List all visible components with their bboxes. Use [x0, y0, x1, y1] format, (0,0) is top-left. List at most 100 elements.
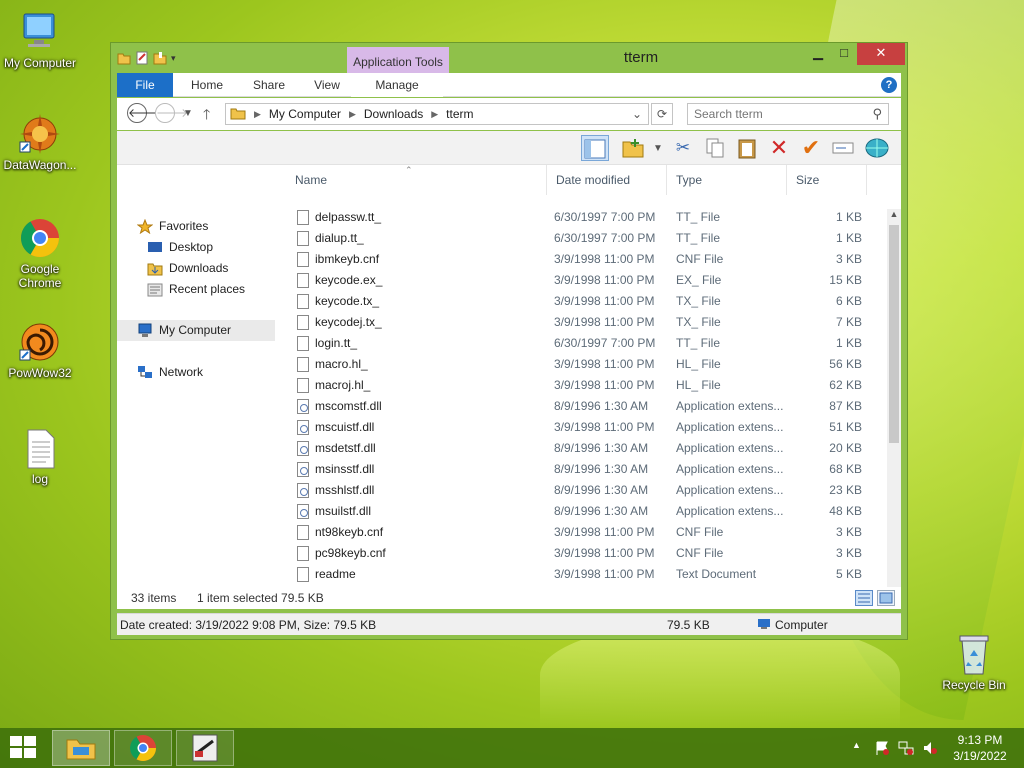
chevron-down-icon[interactable]: ▾ — [171, 51, 185, 65]
network-status-icon[interactable] — [898, 740, 914, 768]
nav-favorites[interactable]: Favorites — [117, 216, 275, 237]
minimize-button[interactable]: ▁ — [805, 43, 831, 65]
close-button[interactable]: ✕ — [857, 43, 905, 65]
column-header-date[interactable]: Date modified — [547, 165, 667, 195]
recent-locations-chevron-icon[interactable]: ▼ — [183, 108, 193, 119]
table-row[interactable]: pc98keyb.cnf 3/9/1998 11:00 PM CNF File 3 K… — [287, 543, 877, 564]
desktop-icon-datawagon[interactable]: DataWagon... — [0, 112, 80, 172]
checkmark-icon[interactable]: ✔ — [797, 135, 825, 161]
new-folder-icon[interactable] — [153, 51, 167, 65]
network-globe-icon[interactable] — [863, 135, 891, 161]
title-bar[interactable]: ▾ Application Tools tterm ▁ □ ✕ — [111, 43, 907, 97]
file-name: nt98keyb.cnf — [315, 525, 384, 539]
table-row[interactable]: readme 3/9/1998 11:00 PM Text Document 5 KB — [287, 564, 877, 585]
address-history-chevron-icon[interactable]: ⌄ — [632, 107, 642, 121]
nav-network[interactable]: Network — [117, 362, 275, 383]
file-icon — [297, 378, 309, 393]
folder-icon[interactable] — [117, 51, 131, 65]
table-row[interactable]: login.tt_ 6/30/1997 7:00 PM TT_ File 1 KB — [287, 333, 877, 354]
breadcrumb-tterm[interactable]: tterm — [446, 107, 473, 121]
chevron-down-icon[interactable]: ▼ — [653, 143, 663, 154]
dll-file-icon — [297, 462, 309, 477]
breadcrumb-separator-icon: ▶ — [348, 108, 356, 119]
new-folder-button[interactable] — [619, 135, 647, 161]
nav-recent-places[interactable]: Recent places — [117, 279, 275, 300]
address-bar[interactable]: ▶ My Computer ▶ Downloads ▶ tterm ⌄ — [225, 103, 649, 125]
tab-manage[interactable]: Manage — [351, 73, 443, 97]
system-clock[interactable]: 9:13 PM 3/19/2022 — [940, 732, 1020, 764]
nav-desktop[interactable]: Desktop — [117, 237, 275, 258]
delete-icon[interactable]: ✕ — [765, 135, 793, 161]
preview-pane-button[interactable] — [581, 135, 609, 161]
desktop-icon-google-chrome[interactable]: Google Chrome — [0, 216, 80, 290]
back-button[interactable]: 🡐 — [127, 103, 160, 123]
paste-icon[interactable] — [733, 135, 761, 161]
scroll-up-icon[interactable]: ▲ — [887, 209, 901, 223]
file-size: 62 KB — [829, 378, 862, 392]
table-row[interactable]: msuilstf.dll 8/9/1996 1:30 AM Application … — [287, 501, 877, 522]
table-row[interactable]: msinsstf.dll 8/9/1996 1:30 AM Application … — [287, 459, 877, 480]
file-name: msuilstf.dll — [315, 504, 372, 518]
cut-icon[interactable]: ✂ — [669, 135, 697, 161]
table-row[interactable]: ibmkeyb.cnf 3/9/1998 11:00 PM CNF File 3 KB — [287, 249, 877, 270]
desktop-icon-recycle-bin[interactable]: Recycle Bin — [934, 632, 1014, 692]
taskbar-chrome[interactable] — [114, 730, 172, 766]
column-header-name[interactable]: Name ⌃ — [287, 165, 547, 195]
copy-icon[interactable] — [701, 135, 729, 161]
taskbar-file-explorer[interactable] — [52, 730, 110, 766]
table-row[interactable]: macro.hl_ 3/9/1998 11:00 PM HL_ File 56 KB — [287, 354, 877, 375]
table-row[interactable]: keycode.ex_ 3/9/1998 11:00 PM EX_ File 15 K… — [287, 270, 877, 291]
recent-places-icon — [147, 282, 163, 297]
file-size: 23 KB — [829, 483, 862, 497]
tab-home[interactable]: Home — [179, 73, 235, 97]
details-bar: Date created: 3/19/2022 9:08 PM, Size: 7… — [117, 613, 901, 635]
vertical-scrollbar[interactable]: ▲ ▼ — [887, 209, 901, 607]
search-box[interactable]: ⚲ — [687, 103, 889, 125]
forward-button[interactable]: 🡒 — [155, 103, 188, 123]
table-row[interactable]: dialup.tt_ 6/30/1997 7:00 PM TT_ File 1 KB — [287, 228, 877, 249]
tab-share[interactable]: Share — [239, 73, 299, 97]
file-name: msdetstf.dll — [315, 441, 376, 455]
rename-icon[interactable] — [829, 135, 857, 161]
file-date-modified: 3/9/1998 11:00 PM — [554, 252, 655, 266]
nav-downloads[interactable]: Downloads — [117, 258, 275, 279]
show-hidden-icons-chevron[interactable]: ▲ — [852, 740, 861, 768]
nav-my-computer[interactable]: My Computer — [117, 320, 275, 341]
maximize-button[interactable]: □ — [831, 43, 857, 65]
search-input[interactable] — [688, 104, 858, 124]
help-button[interactable]: ? — [881, 77, 897, 93]
details-view-icon[interactable] — [855, 590, 873, 606]
table-row[interactable]: mscuistf.dll 3/9/1998 11:00 PM Application… — [287, 417, 877, 438]
properties-icon[interactable] — [135, 51, 149, 65]
table-row[interactable]: msshlstf.dll 8/9/1996 1:30 AM Application … — [287, 480, 877, 501]
column-header-size[interactable]: Size — [787, 165, 867, 195]
table-row[interactable]: mscomstf.dll 8/9/1996 1:30 AM Application … — [287, 396, 877, 417]
desktop-icon-my-computer[interactable]: My Computer — [0, 10, 80, 70]
taskbar-tterm[interactable] — [176, 730, 234, 766]
breadcrumb-downloads[interactable]: Downloads — [364, 107, 423, 121]
desktop-icon-log[interactable]: log — [0, 426, 80, 486]
volume-muted-icon[interactable] — [922, 740, 938, 768]
table-row[interactable]: nt98keyb.cnf 3/9/1998 11:00 PM CNF File 3 K… — [287, 522, 877, 543]
file-type: Application extens... — [676, 441, 784, 455]
search-icon[interactable]: ⚲ — [872, 106, 882, 122]
computer-icon — [757, 618, 771, 633]
table-row[interactable]: macroj.hl_ 3/9/1998 11:00 PM HL_ File 62 KB — [287, 375, 877, 396]
up-arrow-icon[interactable]: 🡑 — [203, 104, 210, 128]
desktop-icon-powwow32[interactable]: PowWow32 — [0, 320, 80, 380]
scroll-thumb[interactable] — [889, 225, 899, 443]
table-row[interactable]: keycode.tx_ 3/9/1998 11:00 PM TX_ File 6 KB — [287, 291, 877, 312]
table-row[interactable]: delpassw.tt_ 6/30/1997 7:00 PM TT_ File 1 K… — [287, 207, 877, 228]
explorer-window[interactable]: ▾ Application Tools tterm ▁ □ ✕ File Hom… — [110, 42, 908, 640]
table-row[interactable]: keycodej.tx_ 3/9/1998 11:00 PM TX_ File 7 K… — [287, 312, 877, 333]
large-icons-view-icon[interactable] — [877, 590, 895, 606]
refresh-button[interactable]: ⟳ — [651, 103, 673, 125]
tab-view[interactable]: View — [299, 73, 355, 97]
action-center-flag-icon[interactable] — [874, 740, 890, 768]
tab-file[interactable]: File — [117, 73, 173, 97]
start-button[interactable] — [10, 736, 38, 760]
column-header-type[interactable]: Type — [667, 165, 787, 195]
table-row[interactable]: msdetstf.dll 8/9/1996 1:30 AM Application … — [287, 438, 877, 459]
breadcrumb-my-computer[interactable]: My Computer — [269, 107, 341, 121]
file-type: Application extens... — [676, 420, 784, 434]
